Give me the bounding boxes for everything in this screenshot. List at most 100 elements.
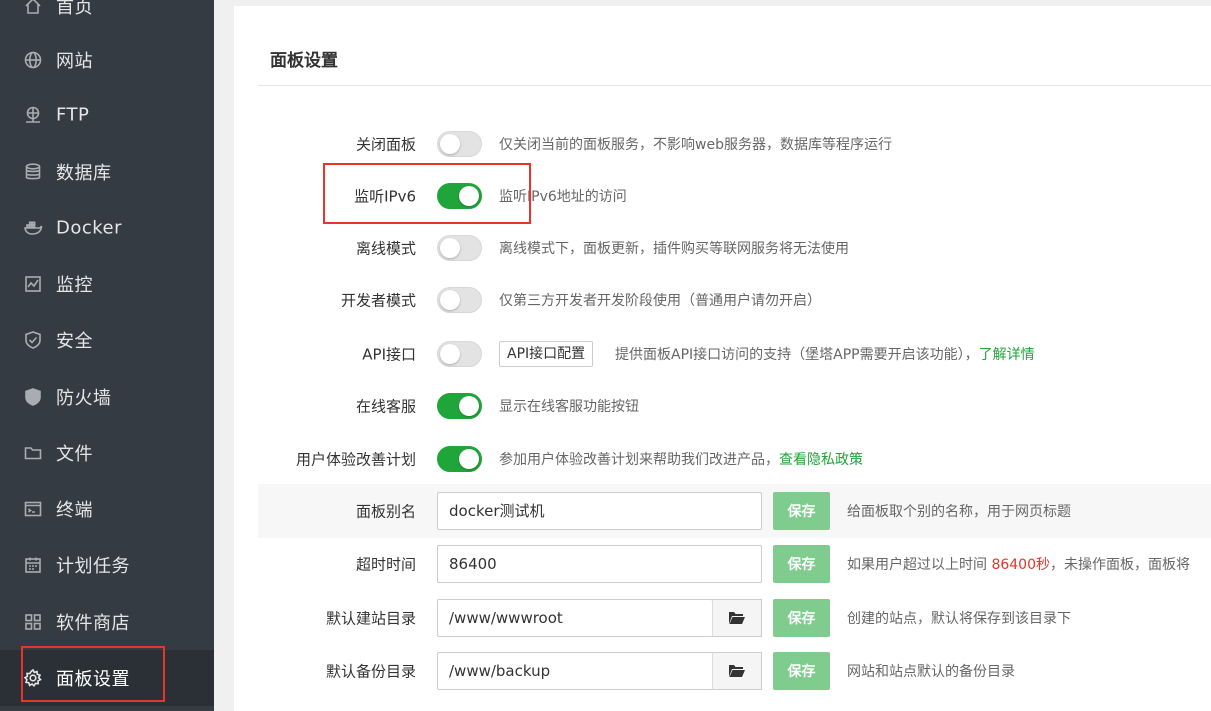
sidebar-item-database[interactable]: 数据库 [0, 144, 214, 200]
backup-dir-input[interactable]: /www/backup [437, 652, 713, 690]
grid-apps-icon [22, 611, 44, 633]
sidebar-item-label: 文件 [56, 444, 93, 465]
main-panel: 面板设置 关闭面板 仅关闭当前的面板服务，不影响web服务器，数据库等程序运行 … [234, 6, 1211, 711]
folder-picker-button[interactable] [712, 599, 762, 637]
monitor-chart-icon [22, 273, 44, 295]
sidebar-item-ftp[interactable]: FTP [0, 87, 214, 143]
setting-description: 仅关闭当前的面板服务，不影响web服务器，数据库等程序运行 [499, 137, 892, 153]
sidebar-item-label: 安全 [56, 331, 93, 352]
setting-label: 开发者模式 [340, 291, 416, 310]
api-toggle[interactable] [437, 341, 482, 367]
sidebar-item-label: 终端 [56, 500, 93, 521]
setting-row-offline: 离线模式 离线模式下，面板更新，插件购买等联网服务将无法使用 [258, 222, 1211, 274]
toggle-knob [440, 238, 460, 258]
sidebar-item-label: 监控 [56, 275, 93, 296]
toggle-knob [459, 396, 479, 416]
setting-row-developer: 开发者模式 仅第三方开发者开发阶段使用（普通用户请勿开启） [258, 274, 1211, 326]
setting-label: 超时时间 [355, 555, 416, 574]
setting-row-ipv6: 监听IPv6 监听IPv6地址的访问 [258, 170, 1211, 222]
setting-row-site-dir: 默认建站目录 /www/wwwroot 保存 创建的站点，默认将保存到该目录下 [258, 591, 1211, 645]
sidebar-item-label: 防火墙 [56, 388, 112, 409]
title-divider [258, 85, 1211, 86]
sidebar-item-terminal[interactable]: 终端 [0, 481, 214, 537]
setting-label: 离线模式 [355, 239, 416, 258]
docker-icon [22, 217, 44, 239]
setting-description: 监听IPv6地址的访问 [499, 189, 627, 205]
setting-label: 默认建站目录 [325, 609, 416, 628]
sidebar-item-cron[interactable]: 计划任务 [0, 537, 214, 593]
setting-row-close-panel: 关闭面板 仅关闭当前的面板服务，不影响web服务器，数据库等程序运行 [258, 118, 1211, 170]
sidebar-item-firewall[interactable]: 防火墙 [0, 369, 214, 425]
api-config-button[interactable]: API接口配置 [499, 341, 594, 367]
developer-mode-toggle[interactable] [437, 287, 482, 313]
sidebar-item-panel-settings[interactable]: 面板设置 [0, 650, 214, 706]
page-title: 面板设置 [270, 51, 338, 71]
setting-description: 创建的站点，默认将保存到该目录下 [847, 611, 1071, 627]
setting-row-api: API接口 API接口配置 提供面板API接口访问的支持（堡塔APP需要开启该功… [258, 328, 1211, 380]
setting-row-partial [258, 699, 1211, 711]
save-button[interactable]: 保存 [773, 492, 830, 530]
setting-row-ux-program: 用户体验改善计划 参加用户体验改善计划来帮助我们改进产品，查看隐私政策 [258, 433, 1211, 485]
ux-description-text: 参加用户体验改善计划来帮助我们改进产品， [499, 452, 779, 468]
setting-row-backup-dir: 默认备份目录 /www/backup 保存 网站和站点默认的备份目录 [258, 644, 1211, 698]
sidebar-item-monitor[interactable]: 监控 [0, 256, 214, 312]
sidebar-item-docker[interactable]: Docker [0, 200, 214, 256]
learn-more-link[interactable]: 了解详情 [979, 347, 1035, 363]
sidebar-item-files[interactable]: 文件 [0, 425, 214, 481]
folder-icon [22, 442, 44, 464]
ux-program-toggle[interactable] [437, 446, 482, 472]
setting-description: 离线模式下，面板更新，插件购买等联网服务将无法使用 [499, 241, 849, 257]
setting-description: 仅第三方开发者开发阶段使用（普通用户请勿开启） [499, 293, 821, 309]
sidebar-item-store[interactable]: 软件商店 [0, 594, 214, 650]
panel-alias-input[interactable]: docker测试机 [437, 492, 762, 530]
setting-row-panel-alias: 面板别名 docker测试机 保存 给面板取个别的名称，用于网页标题 [258, 484, 1211, 538]
timeout-input[interactable]: 86400 [437, 545, 762, 583]
toggle-knob [440, 344, 460, 364]
database-icon [22, 161, 44, 183]
setting-description: 显示在线客服功能按钮 [499, 399, 639, 415]
sidebar: 首页 网站 FTP 数据库 Docker 监控 安全 防火墙 文件 终端 计划任… [0, 0, 214, 711]
setting-description: 给面板取个别的名称，用于网页标题 [847, 504, 1071, 520]
toggle-knob [459, 186, 479, 206]
setting-label: 默认备份目录 [325, 662, 416, 681]
sidebar-item-label: 软件商店 [56, 613, 130, 634]
save-button[interactable]: 保存 [773, 599, 830, 637]
setting-row-timeout: 超时时间 86400 保存 如果用户超过以上时间 86400秒，未操作面板，面板… [258, 537, 1211, 591]
timeout-desc-post: ，未操作面板，面板将 [1050, 557, 1190, 573]
setting-description: 网站和站点默认的备份目录 [847, 664, 1015, 680]
sidebar-item-label: 首页 [56, 0, 93, 18]
timeout-desc-value: 86400秒 [991, 557, 1050, 573]
ipv6-toggle[interactable] [437, 183, 482, 209]
home-icon [22, 0, 44, 17]
setting-description: 如果用户超过以上时间 86400秒，未操作面板，面板将 [847, 554, 1190, 574]
online-service-toggle[interactable] [437, 393, 482, 419]
setting-label: 用户体验改善计划 [295, 450, 416, 469]
ftp-icon [22, 104, 44, 126]
sidebar-item-label: 面板设置 [56, 669, 130, 690]
toggle-knob [440, 290, 460, 310]
shield-check-icon [22, 329, 44, 351]
setting-label: 监听IPv6 [354, 187, 416, 206]
calendar-icon [22, 554, 44, 576]
api-description-text: 提供面板API接口访问的支持（堡塔APP需要开启该功能）， [615, 347, 979, 363]
sidebar-item-website[interactable]: 网站 [0, 32, 214, 88]
save-button[interactable]: 保存 [773, 545, 830, 583]
toggle-knob [459, 449, 479, 469]
close-panel-toggle[interactable] [437, 131, 482, 157]
sidebar-item-home[interactable]: 首页 [0, 0, 214, 34]
timeout-desc-pre: 如果用户超过以上时间 [847, 557, 992, 573]
site-dir-input[interactable]: /www/wwwroot [437, 599, 713, 637]
setting-label: 在线客服 [355, 397, 416, 416]
toggle-knob [440, 134, 460, 154]
setting-label: 面板别名 [355, 502, 416, 521]
sidebar-item-label: 数据库 [56, 163, 112, 184]
setting-label: API接口 [362, 345, 416, 364]
globe-icon [22, 49, 44, 71]
privacy-policy-link[interactable]: 查看隐私政策 [779, 452, 863, 468]
offline-mode-toggle[interactable] [437, 235, 482, 261]
folder-picker-button[interactable] [712, 652, 762, 690]
sidebar-item-security[interactable]: 安全 [0, 312, 214, 368]
folder-open-icon [729, 665, 745, 677]
save-button[interactable]: 保存 [773, 652, 830, 690]
setting-row-online-service: 在线客服 显示在线客服功能按钮 [258, 380, 1211, 432]
